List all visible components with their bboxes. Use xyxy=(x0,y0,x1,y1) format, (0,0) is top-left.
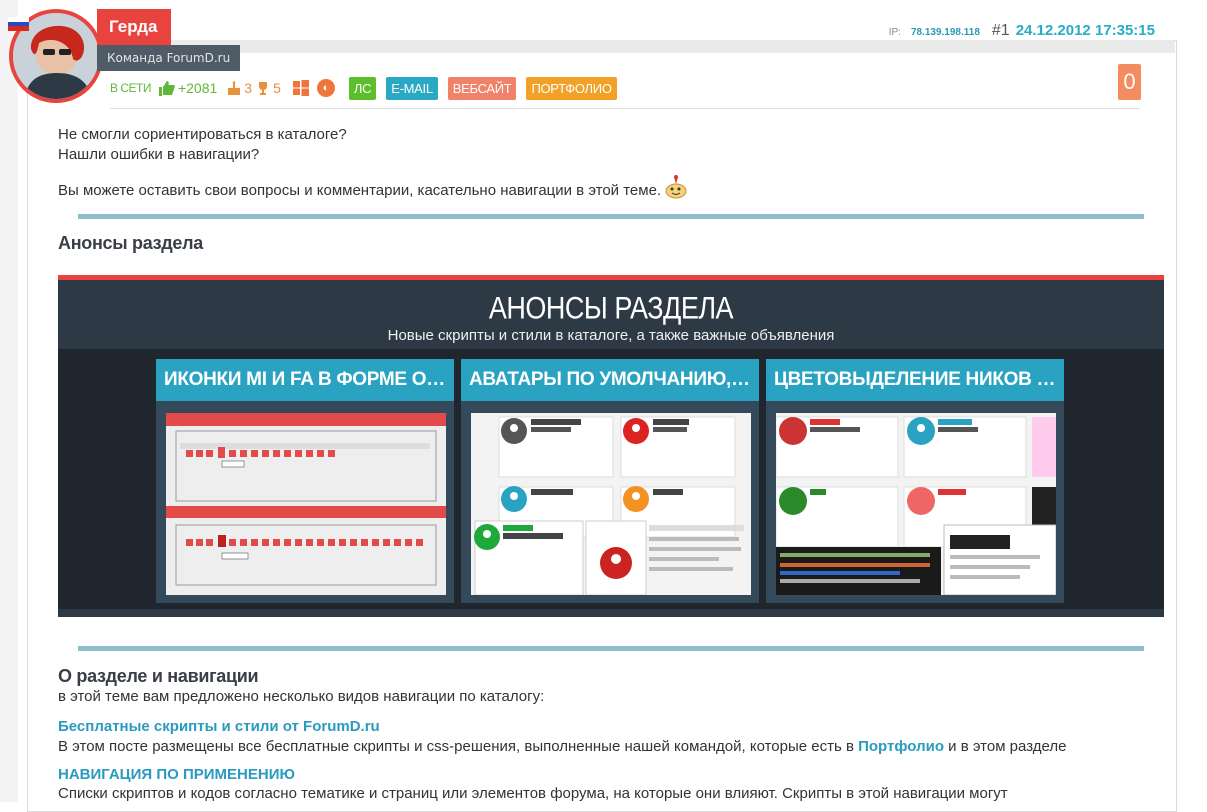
intro-line-3: Вы можете оставить свои вопросы и коммен… xyxy=(58,182,662,199)
windows-icon xyxy=(292,80,309,96)
reputation-count[interactable]: +2081 xyxy=(178,80,217,96)
announcement-card-avatars[interactable]: АВАТАРЫ ПО УМОЛЧАНИЮ, РАЗНЫЕ А... xyxy=(461,359,759,603)
online-status: В СЕТИ xyxy=(110,81,151,95)
country-flag-icon xyxy=(8,17,29,31)
announcements-heading: Анонсы раздела xyxy=(58,233,203,253)
browser-icon: ◐ xyxy=(316,79,335,97)
card-preview-image[interactable] xyxy=(166,413,446,595)
username[interactable]: Герда xyxy=(97,9,172,45)
cake-icon xyxy=(228,81,241,95)
thumbs-up-icon xyxy=(158,80,175,96)
preview-default-avatars xyxy=(471,413,751,595)
intro-line-1: Не смогли сориентироваться в каталоге? xyxy=(58,126,347,143)
card-preview-image[interactable] xyxy=(776,413,1056,595)
trophy-count: 5 xyxy=(273,80,281,96)
about-intro: в этой теме вам предложено несколько вид… xyxy=(58,688,545,705)
free-scripts-link[interactable]: Бесплатные скрипты и стили от ForumD.ru xyxy=(58,718,380,735)
trophy-icon xyxy=(259,82,268,95)
banner-subtitle: Новые скрипты и стили в каталоге, а такж… xyxy=(387,327,835,344)
navigation-by-usage-link[interactable]: НАВИГАЦИЯ ПО ПРИМЕНЕНИЮ xyxy=(58,766,295,783)
about-heading: О разделе и навигации xyxy=(58,666,259,686)
post-meta: IP: 78.139.198.118 #1 24.12.2012 17:35:1… xyxy=(889,22,1155,40)
user-team: Команда ForumD.ru xyxy=(97,45,241,71)
email-button[interactable]: E-MAIL xyxy=(386,76,438,100)
navigation-by-usage-desc: Списки скриптов и кодов согласно тематик… xyxy=(58,785,1008,802)
divider-1 xyxy=(78,214,1144,219)
card-title[interactable]: ИКОНКИ MI И FA В ФОРМЕ ОТВЕТА xyxy=(156,359,454,401)
post-datetime[interactable]: 24.12.2012 17:35:15 xyxy=(1016,22,1155,39)
portfolio-button[interactable]: ПОРТФОЛИО xyxy=(526,76,617,100)
preview-reply-form xyxy=(166,413,446,595)
banner-top-stripe xyxy=(58,275,1164,280)
card-preview-image[interactable] xyxy=(471,413,751,595)
ip-label: IP: xyxy=(888,27,901,38)
card-title[interactable]: АВАТАРЫ ПО УМОЛЧАНИЮ, РАЗНЫЕ А... xyxy=(461,359,759,401)
ip-address[interactable]: 78.139.198.118 xyxy=(911,27,980,38)
preview-nick-colors xyxy=(776,413,1056,595)
intro-line-3-wrap: Вы можете оставить свои вопросы и коммен… xyxy=(58,175,688,199)
portfolio-link[interactable]: Портфолио xyxy=(858,738,944,755)
header-divider xyxy=(110,108,1140,109)
free-scripts-desc-b: и в этом разделе xyxy=(943,738,1067,755)
card-title[interactable]: ЦВЕТОВЫДЕЛЕНИЕ НИКОВ И ПРОФИЛ... xyxy=(766,359,1064,401)
banner-title: АНОНСЫ РАЗДЕЛА xyxy=(488,290,734,326)
divider-2 xyxy=(78,646,1144,651)
cake-count: 3 xyxy=(244,80,253,96)
page-gutter xyxy=(0,0,18,802)
post-number[interactable]: #1 xyxy=(992,22,1010,40)
announcement-card-nick-colors[interactable]: ЦВЕТОВЫДЕЛЕНИЕ НИКОВ И ПРОФИЛ... xyxy=(766,359,1064,603)
intro-line-2: Нашли ошибки в навигации? xyxy=(58,146,260,163)
user-stats: В СЕТИ +2081 3 5 ◐ ЛС E-MAIL ВЕБСАЙТ ПОР… xyxy=(110,76,627,100)
vote-counter[interactable]: 0 xyxy=(1118,64,1141,100)
announcements-banner: АНОНСЫ РАЗДЕЛА Новые скрипты и стили в к… xyxy=(58,275,1164,617)
website-button[interactable]: ВЕБСАЙТ xyxy=(447,76,517,100)
free-scripts-desc: В этом посте размещены все бесплатные ск… xyxy=(58,738,1066,755)
free-scripts-desc-a: В этом посте размещены все бесплатные ск… xyxy=(58,738,859,755)
announcement-card-icons[interactable]: ИКОНКИ MI И FA В ФОРМЕ ОТВЕТА xyxy=(156,359,454,603)
pm-button[interactable]: ЛС xyxy=(348,76,377,100)
smiley-icon xyxy=(665,175,687,199)
